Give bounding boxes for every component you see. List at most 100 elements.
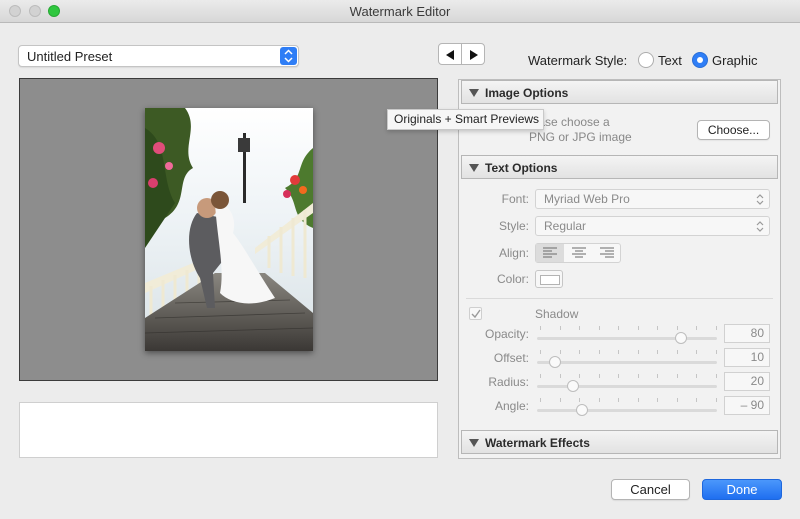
offset-label: Offset: xyxy=(493,351,529,365)
style-text-radio[interactable] xyxy=(638,52,654,68)
offset-slider[interactable] xyxy=(537,361,717,364)
offset-value-field[interactable]: 10 xyxy=(724,348,770,367)
slider-tick xyxy=(676,350,678,354)
font-select[interactable]: Myriad Web Pro xyxy=(535,189,770,209)
font-value: Myriad Web Pro xyxy=(544,192,630,206)
window-title: Watermark Editor xyxy=(349,4,451,19)
slider-tick xyxy=(676,374,678,378)
radius-slider-thumb[interactable] xyxy=(567,380,579,392)
shadow-checkbox[interactable] xyxy=(469,307,482,320)
disclosure-triangle-icon xyxy=(469,439,479,447)
style-label: Style: xyxy=(498,219,529,233)
style-graphic-label: Graphic xyxy=(712,53,758,68)
align-left-button[interactable] xyxy=(536,244,564,262)
slider-tick xyxy=(676,326,678,330)
slider-tick xyxy=(598,350,600,354)
slider-tick xyxy=(637,398,639,402)
opacity-slider-thumb[interactable] xyxy=(675,332,687,344)
align-label: Align: xyxy=(498,246,529,260)
slider-tick xyxy=(579,326,580,330)
image-options-header[interactable]: Image Options xyxy=(461,80,778,104)
preset-value: Untitled Preset xyxy=(27,49,113,64)
style-value: Regular xyxy=(544,219,587,233)
slider-tick xyxy=(696,350,697,354)
slider-tick xyxy=(657,374,658,378)
watermark-text-input[interactable] xyxy=(19,402,438,458)
preset-select[interactable]: Untitled Preset xyxy=(18,45,299,67)
opacity-value-field[interactable]: 80 xyxy=(724,324,770,343)
slider-tick xyxy=(598,326,600,330)
slider-tick xyxy=(559,374,561,378)
slider-tick xyxy=(598,374,600,378)
triangle-left-icon xyxy=(446,50,454,60)
up-down-chevron-icon xyxy=(280,47,297,65)
slider-tick xyxy=(696,398,697,402)
cancel-button[interactable]: Cancel xyxy=(611,479,690,500)
triangle-right-icon xyxy=(470,50,478,60)
image-options-label: Image Options xyxy=(485,86,569,100)
align-segmented-control xyxy=(535,243,621,263)
choose-image-button[interactable]: Choose... xyxy=(697,120,770,140)
align-right-button[interactable] xyxy=(593,244,621,262)
tooltip: Originals + Smart Previews xyxy=(387,109,544,130)
slider-tick xyxy=(559,350,561,354)
slider-tick xyxy=(618,398,619,402)
choose-image-prompt: lease choose a PNG or JPG image xyxy=(529,115,649,145)
offset-slider-thumb[interactable] xyxy=(549,356,561,368)
done-button[interactable]: Done xyxy=(702,479,782,500)
align-center-button[interactable] xyxy=(565,244,593,262)
slider-tick xyxy=(540,350,541,354)
slider-tick xyxy=(579,350,580,354)
angle-label: Angle: xyxy=(494,399,529,413)
slider-tick xyxy=(618,374,619,378)
align-center-icon xyxy=(572,247,586,258)
style-text-label: Text xyxy=(658,53,682,68)
color-label: Color: xyxy=(496,272,529,286)
choose-prompt-line1: lease choose a xyxy=(529,115,610,129)
radius-slider[interactable] xyxy=(537,385,717,388)
watermark-effects-label: Watermark Effects xyxy=(485,436,590,450)
angle-slider[interactable] xyxy=(537,409,717,412)
next-button[interactable] xyxy=(461,43,485,65)
slider-tick xyxy=(715,350,717,354)
watermark-preview xyxy=(19,78,438,381)
slider-tick xyxy=(579,374,580,378)
font-label: Font: xyxy=(501,192,529,206)
choose-prompt-line2: PNG or JPG image xyxy=(529,130,632,144)
slider-tick xyxy=(618,326,619,330)
color-swatch[interactable] xyxy=(535,270,563,288)
watermark-effects-header[interactable]: Watermark Effects xyxy=(461,430,778,454)
style-select[interactable]: Regular xyxy=(535,216,770,236)
slider-tick xyxy=(657,326,658,330)
radius-value-field[interactable]: 20 xyxy=(724,372,770,391)
slider-tick xyxy=(540,326,541,330)
opacity-label: Opacity: xyxy=(484,327,529,341)
align-right-icon xyxy=(600,247,614,258)
angle-value-field[interactable]: – 90 xyxy=(724,396,770,415)
watermark-style-label: Watermark Style: xyxy=(528,53,628,68)
slider-tick xyxy=(559,398,561,402)
disclosure-triangle-icon xyxy=(469,89,479,97)
divider xyxy=(466,298,773,299)
slider-tick xyxy=(637,350,639,354)
slider-tick xyxy=(637,326,639,330)
up-down-chevron-icon xyxy=(756,221,764,232)
style-graphic-radio[interactable] xyxy=(692,52,708,68)
slider-tick xyxy=(696,374,697,378)
slider-tick xyxy=(598,398,600,402)
slider-tick xyxy=(540,398,541,402)
slider-tick xyxy=(579,398,580,402)
opacity-slider[interactable] xyxy=(537,337,717,340)
preview-photo xyxy=(145,108,313,351)
up-down-chevron-icon xyxy=(756,194,764,205)
disclosure-triangle-icon xyxy=(469,164,479,172)
text-options-header[interactable]: Text Options xyxy=(461,155,778,179)
radius-label: Radius: xyxy=(488,375,529,389)
slider-tick xyxy=(715,326,717,330)
slider-tick xyxy=(559,326,561,330)
previous-button[interactable] xyxy=(438,43,462,65)
slider-tick xyxy=(540,374,541,378)
angle-slider-thumb[interactable] xyxy=(576,404,588,416)
title-bar: Watermark Editor xyxy=(0,0,800,23)
slider-tick xyxy=(696,326,697,330)
